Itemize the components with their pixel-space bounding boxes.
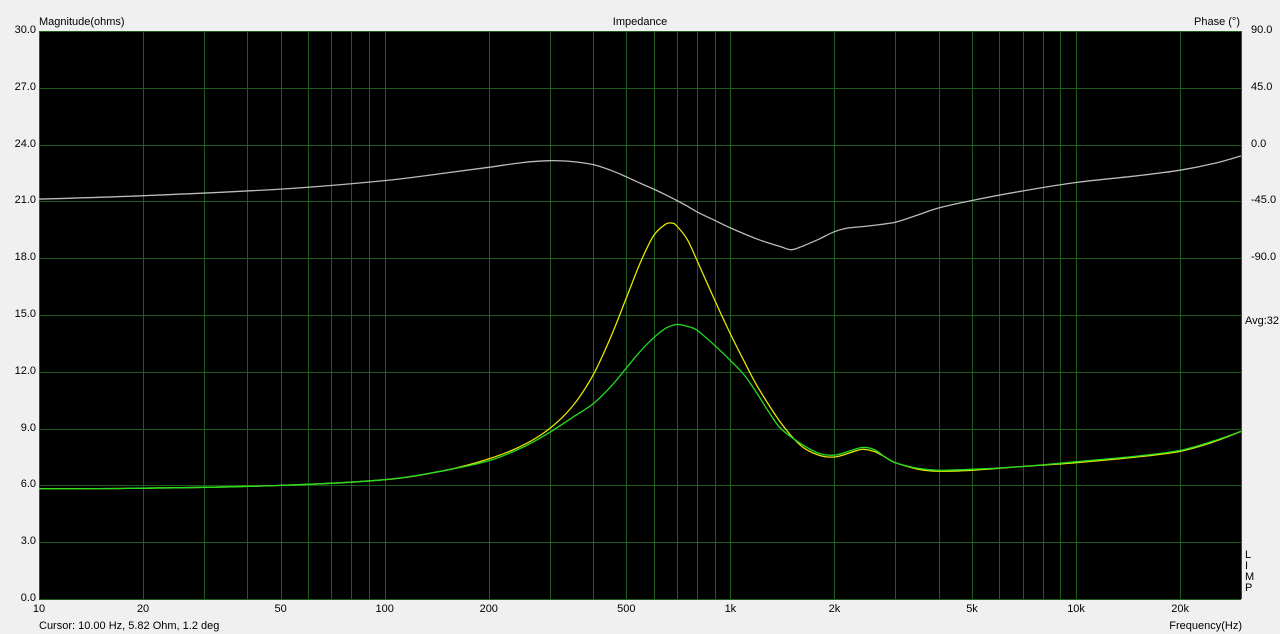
side-letter-p[interactable]: P — [1245, 583, 1252, 594]
y-tick-label: 24.0 — [14, 137, 36, 150]
y2-tick-label: 45.0 — [1251, 80, 1273, 93]
y2-tick-label: 90.0 — [1251, 24, 1273, 36]
cursor-readout: Cursor: 10.00 Hz, 5.82 Ohm, 1.2 deg — [39, 620, 220, 632]
x-tick-label: 20k — [1171, 603, 1189, 615]
x-tick-label: 200 — [479, 603, 498, 615]
y2-axis-label: Phase (°) — [1194, 16, 1240, 28]
y2-tick-label: -90.0 — [1251, 251, 1277, 264]
x-tick-label: 100 — [375, 603, 394, 615]
y2-tick-label: 0.0 — [1251, 137, 1267, 150]
x-tick-label: 2k — [828, 603, 841, 615]
x-tick-label: 10 — [32, 603, 46, 615]
y-axis-label: Magnitude(ohms) — [39, 16, 125, 28]
x-tick-label: 500 — [617, 603, 636, 615]
y-tick-label: 6.0 — [20, 478, 36, 491]
impedance-chart[interactable] — [0, 0, 1280, 634]
x-tick-label: 1k — [724, 603, 737, 615]
x-tick-label: 50 — [274, 603, 287, 615]
chart-title: Impedance — [612, 16, 668, 28]
y-tick-label: 15.0 — [14, 308, 36, 320]
x-tick-label: 20 — [136, 603, 150, 615]
x-tick-label: 5k — [966, 603, 978, 615]
avg-annotation: Avg:32 — [1245, 315, 1280, 327]
y-tick-label: 3.0 — [20, 535, 36, 548]
y-tick-label: 12.0 — [14, 364, 36, 377]
x-axis-label: Frequency(Hz) — [1169, 620, 1242, 632]
y-tick-label: 30.0 — [14, 24, 36, 36]
y-tick-label: 21.0 — [14, 194, 36, 207]
y-tick-label: 27.0 — [14, 80, 36, 93]
x-tick-label: 10k — [1067, 603, 1085, 615]
y-tick-label: 18.0 — [14, 251, 36, 264]
y2-tick-label: -45.0 — [1251, 194, 1277, 207]
y-tick-label: 9.0 — [20, 421, 36, 434]
